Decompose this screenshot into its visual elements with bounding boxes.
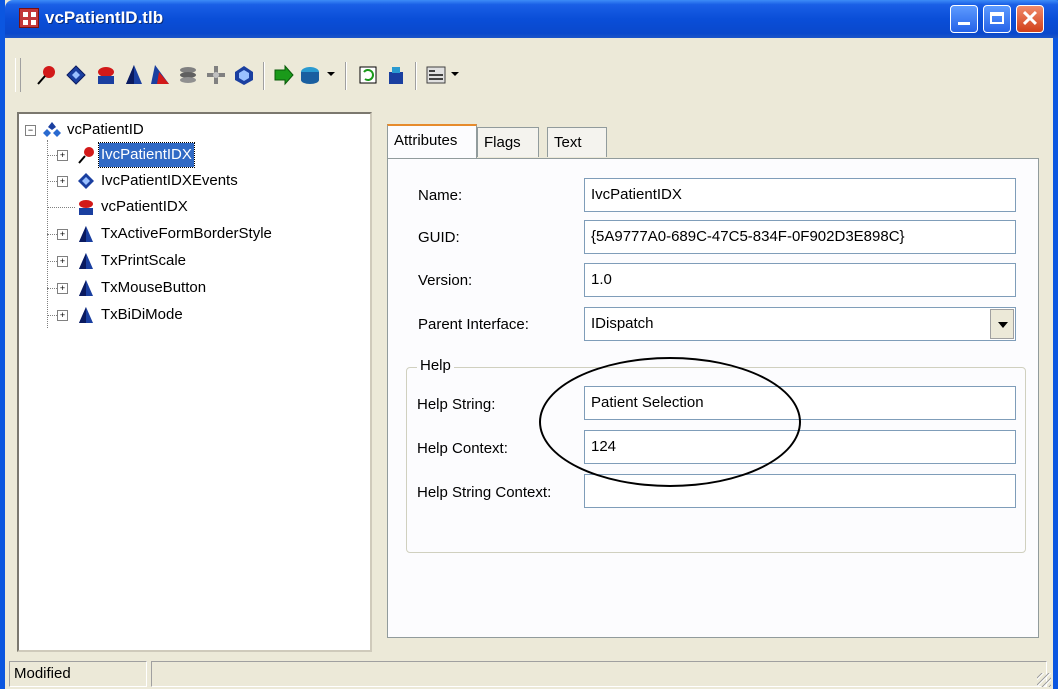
tree-item[interactable]: + TxBiDiMode — [47, 303, 357, 327]
help-string-field[interactable]: Patient Selection — [584, 386, 1016, 420]
name-field[interactable]: IvcPatientIDX — [584, 178, 1016, 212]
app-window: vcPatientID.tlb ✕ − vcPatientID + IvcPat… — [0, 0, 1058, 689]
tree-item[interactable]: vcPatientIDX — [47, 195, 357, 219]
interface-icon[interactable] — [35, 64, 57, 86]
union-icon[interactable] — [205, 64, 227, 86]
tree-item[interactable]: + IvcPatientIDX — [47, 142, 357, 168]
tree-item-label: vcPatientIDX — [101, 198, 188, 215]
enum-icon — [79, 280, 93, 296]
tree-item-label: IvcPatientIDX — [98, 142, 195, 168]
enum-icon[interactable] — [123, 64, 145, 86]
expand-icon[interactable]: + — [57, 256, 68, 267]
typelib-dropdown-arrow-icon[interactable] — [327, 72, 335, 76]
library-icon — [43, 122, 61, 137]
tree-item-label: TxBiDiMode — [101, 306, 183, 323]
expand-icon[interactable]: + — [57, 176, 68, 187]
expand-icon[interactable]: + — [57, 150, 68, 161]
tree-item[interactable]: + TxPrintScale — [47, 249, 357, 273]
coclass-icon — [79, 200, 93, 215]
help-context-label: Help Context: — [417, 440, 508, 457]
module-icon[interactable] — [177, 64, 199, 86]
expand-icon[interactable]: + — [57, 229, 68, 240]
close-icon: ✕ — [1020, 6, 1040, 31]
collapse-icon[interactable]: − — [25, 125, 36, 136]
register-icon[interactable] — [385, 64, 407, 86]
enum-icon — [79, 307, 93, 323]
maximize-icon — [990, 12, 1004, 24]
status-pane-secondary — [151, 661, 1047, 687]
parent-interface-label: Parent Interface: — [418, 316, 529, 333]
tree-item-label: TxActiveFormBorderStyle — [101, 225, 272, 242]
minimize-button[interactable] — [950, 5, 978, 33]
attributes-page: Name: IvcPatientIDX GUID: {5A9777A0-689C… — [387, 158, 1039, 638]
toolbar-grip[interactable] — [15, 58, 21, 92]
dispinterface-icon[interactable] — [65, 64, 87, 86]
name-label: Name: — [418, 187, 463, 204]
interface-icon — [78, 147, 94, 164]
toolbar-separator — [415, 62, 417, 90]
chevron-down-icon[interactable] — [990, 309, 1014, 339]
view-icon[interactable] — [425, 64, 447, 86]
help-context-field[interactable]: 124 — [584, 430, 1016, 464]
help-string-context-label: Help String Context: — [417, 484, 552, 501]
tree-connector — [47, 207, 75, 208]
help-group-title: Help — [417, 357, 454, 374]
enum-icon — [79, 226, 93, 242]
title-bar[interactable]: vcPatientID.tlb ✕ — [5, 0, 1058, 38]
tab-attributes[interactable]: Attributes — [387, 124, 477, 158]
refresh-icon[interactable] — [357, 64, 379, 86]
version-label: Version: — [418, 272, 473, 289]
coclass-icon[interactable] — [95, 64, 117, 86]
resize-grip-icon[interactable] — [1037, 673, 1051, 687]
help-groupbox: Help Help String: Patient Selection Help… — [406, 357, 1026, 553]
toolbar — [15, 56, 1050, 96]
tree-item-label: IvcPatientIDXEvents — [101, 172, 238, 189]
expand-icon[interactable]: + — [57, 283, 68, 294]
parent-interface-select[interactable]: IDispatch — [584, 307, 1016, 341]
help-string-context-field[interactable] — [584, 474, 1016, 508]
tree-root[interactable]: − vcPatientID — [25, 118, 355, 142]
tree-connector — [47, 181, 57, 182]
properties-panel: Attributes Flags Text Name: IvcPatientID… — [379, 112, 1049, 652]
status-bar: Modified — [5, 658, 1053, 689]
typelib-app-icon — [19, 8, 39, 28]
close-button[interactable]: ✕ — [1016, 5, 1044, 33]
tree-item-label: TxMouseButton — [101, 279, 207, 296]
status-text: Modified — [9, 661, 147, 687]
expand-icon[interactable]: + — [57, 310, 68, 321]
typelib-icon[interactable] — [299, 64, 321, 86]
enum-icon — [79, 253, 93, 269]
guid-field[interactable]: {5A9777A0-689C-47C5-834F-0F902D3E898C} — [584, 220, 1016, 254]
tree-connector — [47, 315, 57, 316]
tab-text[interactable]: Text — [547, 127, 607, 157]
tree-connector — [47, 288, 57, 289]
tree-item[interactable]: + TxMouseButton — [47, 276, 357, 300]
alias-icon[interactable] — [233, 64, 255, 86]
toolbar-separator — [263, 62, 265, 90]
type-library-tree[interactable]: − vcPatientID + IvcPatientIDX + IvcPatie… — [17, 112, 372, 652]
tree-connector — [47, 155, 57, 156]
import-icon[interactable] — [273, 64, 295, 86]
maximize-button[interactable] — [983, 5, 1011, 33]
toolbar-separator — [345, 62, 347, 90]
tree-item[interactable]: + IvcPatientIDXEvents — [47, 169, 357, 193]
tab-flags[interactable]: Flags — [477, 127, 539, 157]
tree-item[interactable]: + TxActiveFormBorderStyle — [47, 222, 357, 246]
version-field[interactable]: 1.0 — [584, 263, 1016, 297]
record-icon[interactable] — [149, 64, 171, 86]
tree-item-label: TxPrintScale — [101, 252, 187, 269]
tree-connector — [47, 261, 57, 262]
tree-connector — [47, 234, 57, 235]
minimize-icon — [958, 22, 970, 25]
dispinterface-icon — [78, 173, 94, 189]
parent-interface-value: IDispatch — [591, 315, 654, 332]
window-title: vcPatientID.tlb — [45, 8, 164, 27]
help-string-label: Help String: — [417, 396, 496, 413]
guid-label: GUID: — [418, 229, 460, 246]
tree-root-label: vcPatientID — [67, 121, 144, 138]
view-dropdown-arrow-icon[interactable] — [451, 72, 459, 76]
